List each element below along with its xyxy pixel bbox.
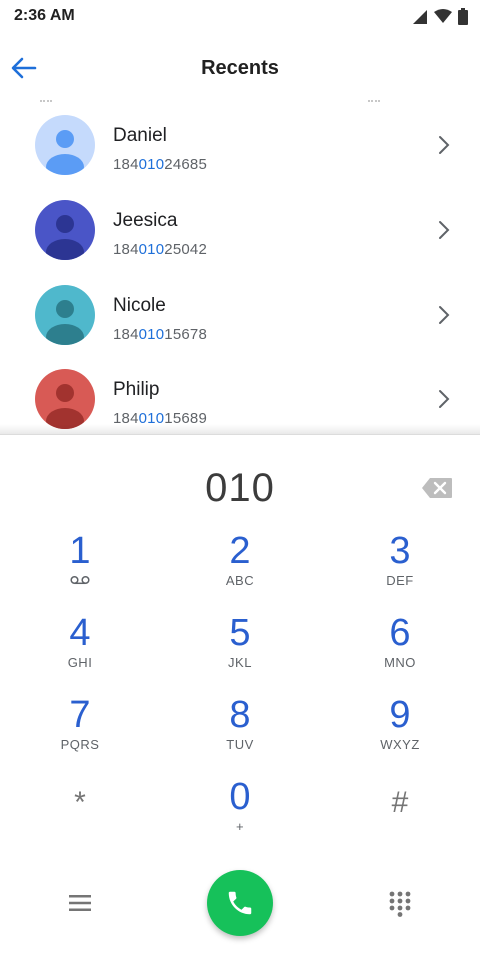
key-7[interactable]: 7 PQRS [20,695,140,767]
contact-item-nicole[interactable]: Nicole 18401015678 [0,285,480,369]
key-hash[interactable]: # [340,783,460,855]
dialed-digits-field[interactable]: 010 [90,466,390,511]
key-1[interactable]: 1 [20,531,140,603]
contact-name: Nicole [113,295,166,316]
phone-icon [228,891,252,915]
app-bar: Recents [0,36,480,100]
contact-name: Daniel [113,125,167,146]
contact-list[interactable]: Daniel 18401024685 Jeesica 18401025042 N… [0,100,480,432]
avatar [35,369,95,429]
call-button[interactable] [207,870,273,936]
contact-item-jeesica[interactable]: Jeesica 18401025042 [0,200,480,284]
menu-icon [69,895,91,911]
contact-details-button[interactable] [432,132,456,158]
status-time: 2:36 AM [14,7,75,24]
avatar [35,115,95,175]
chevron-right-icon [439,306,450,324]
avatar [35,200,95,260]
status-icons [412,8,468,25]
contact-name: Jeesica [113,210,178,231]
chevron-right-icon [439,221,450,239]
key-6[interactable]: 6 MNO [340,613,460,685]
key-2[interactable]: 2 ABC [180,531,300,603]
key-3[interactable]: 3 DEF [340,531,460,603]
contact-number: 18401015678 [113,326,207,343]
contact-name: Philip [113,379,160,400]
key-4[interactable]: 4 GHI [20,613,140,685]
menu-button[interactable] [64,890,96,916]
status-bar: 2:36 AM [0,0,480,34]
battery-icon [458,8,468,25]
signal-icon [413,9,427,24]
dialpad-toggle-button[interactable] [384,888,416,920]
contact-item-daniel[interactable]: Daniel 18401024685 [0,115,480,199]
chevron-right-icon [439,390,450,408]
backspace-button[interactable] [420,475,454,501]
contact-details-button[interactable] [432,386,456,412]
scrolled-item-edge [0,100,480,106]
matched-digits: 010 [138,241,165,258]
page-title: Recents [201,57,279,79]
key-9[interactable]: 9 WXYZ [340,695,460,767]
contact-details-button[interactable] [432,302,456,328]
contact-number: 18401024685 [113,156,207,173]
matched-digits: 010 [138,326,165,343]
key-8[interactable]: 8 TUV [180,695,300,767]
dialpad: 010 1 2 ABC 3 DEF 4 GHI 5 JKL 6 MNO 7 PQ… [0,434,480,960]
key-0[interactable]: 0 + [180,777,300,849]
contact-item-philip[interactable]: Philip 18401015689 [0,369,480,432]
contact-details-button[interactable] [432,217,456,243]
avatar [35,285,95,345]
matched-digits: 010 [138,156,165,173]
dialpad-icon [389,891,411,917]
backspace-icon [422,478,452,498]
contact-number: 18401025042 [113,241,207,258]
key-star[interactable]: * [20,783,140,855]
voicemail-icon [70,575,90,585]
wifi-icon [434,9,452,23]
key-5[interactable]: 5 JKL [180,613,300,685]
chevron-right-icon [439,136,450,154]
